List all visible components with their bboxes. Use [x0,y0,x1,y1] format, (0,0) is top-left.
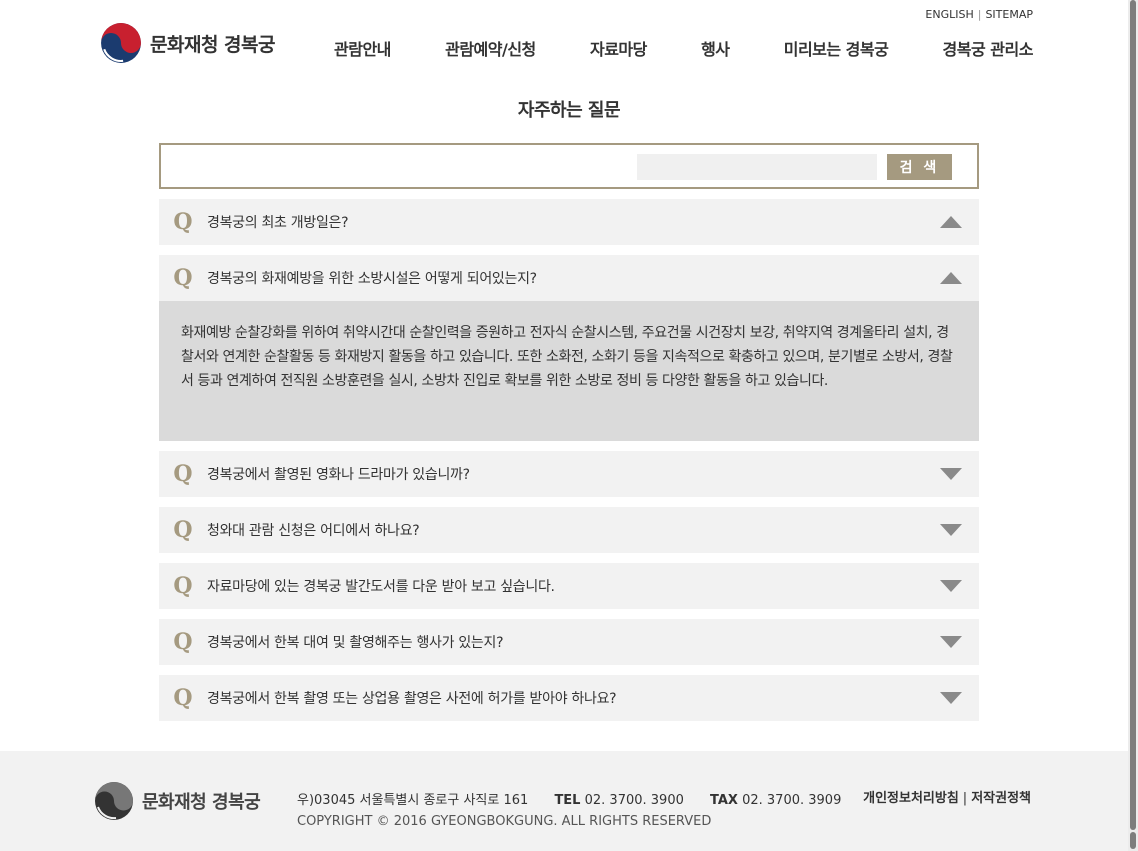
faq-item: Q 경복궁에서 한복 촬영 또는 상업용 촬영은 사전에 허가를 받아야 하나요… [159,675,979,721]
faq-question: 경복궁의 화재예방을 위한 소방시설은 어떻게 되어있는지? [207,271,537,287]
faq-question-row[interactable]: Q 경복궁에서 촬영된 영화나 드라마가 있습니까? [159,451,979,497]
q-icon: Q [173,265,193,291]
scrollbar[interactable] [1128,0,1138,851]
divider: | [962,791,968,806]
arrow-down-icon[interactable] [940,468,962,480]
arrow-up-icon[interactable] [940,272,962,284]
nav-item-visit-guide[interactable]: 관람안내 [334,36,391,60]
utility-links: ENGLISH | SITEMAP [925,8,1033,21]
nav-item-management[interactable]: 경복궁 관리소 [943,36,1034,60]
footer: 문화재청 경복궁 우)03045 서울특별시 종로구 사직로 161 TEL 0… [0,751,1128,851]
privacy-policy-link[interactable]: 개인정보처리방침 [863,791,959,806]
faq-question: 자료마당에 있는 경복궁 발간도서를 다운 받아 보고 싶습니다. [207,579,555,595]
faq-item: Q 경복궁에서 촬영된 영화나 드라마가 있습니까? [159,451,979,497]
q-icon: Q [173,209,193,235]
footer-links: 개인정보처리방침 | 저작권정책 [863,787,1031,806]
footer-fax: TAX 02. 3700. 3909 [710,793,841,808]
faq-item: Q 자료마당에 있는 경복궁 발간도서를 다운 받아 보고 싶습니다. [159,563,979,609]
search-bar: 검 색 [159,143,979,189]
tel-number: 02. 3700. 3900 [584,793,684,808]
scroll-thumb[interactable] [1130,0,1136,830]
footer-address: 우)03045 서울특별시 종로구 사직로 161 [297,793,529,808]
faq-item: Q 청와대 관람 신청은 어디에서 하나요? [159,507,979,553]
faq-answer: 화재예방 순찰강화를 위하여 취약시간대 순찰인력을 증원하고 전자식 순찰시스… [159,301,979,441]
arrow-down-icon[interactable] [940,692,962,704]
faq-item: Q 경복궁의 최초 개방일은? [159,199,979,245]
footer-logo[interactable]: 문화재청 경복궁 [94,781,261,821]
tel-label: TEL [554,793,581,808]
arrow-up-icon[interactable] [940,216,962,228]
sitemap-link[interactable]: SITEMAP [985,8,1033,21]
faq-question: 청와대 관람 신청은 어디에서 하나요? [207,523,420,539]
site-logo[interactable]: 문화재청 경복궁 [100,22,275,64]
arrow-down-icon[interactable] [940,636,962,648]
nav-item-resources[interactable]: 자료마당 [590,36,647,60]
faq-item: Q 경복궁에서 한복 대여 및 촬영해주는 행사가 있는지? [159,619,979,665]
footer-tel: TEL 02. 3700. 3900 [554,793,683,808]
footer-logo-text: 문화재청 경복궁 [142,792,261,813]
nav-item-preview[interactable]: 미리보는 경복궁 [784,36,889,60]
faq-question-row[interactable]: Q 청와대 관람 신청은 어디에서 하나요? [159,507,979,553]
faq-item: Q 경복궁의 화재예방을 위한 소방시설은 어떻게 되어있는지? 화재예방 순찰… [159,255,979,441]
q-icon: Q [173,517,193,543]
q-icon: Q [173,573,193,599]
faq-question: 경복궁의 최초 개방일은? [207,215,349,231]
page-title: 자주하는 질문 [517,100,621,121]
copyright-policy-link[interactable]: 저작권정책 [971,791,1031,806]
faq-question-row[interactable]: Q 경복궁에서 한복 대여 및 촬영해주는 행사가 있는지? [159,619,979,665]
taegeuk-logo-icon [95,782,133,820]
arrow-down-icon[interactable] [940,524,962,536]
copyright: COPYRIGHT © 2016 GYEONGBOKGUNG. ALL RIGH… [297,814,712,829]
faq-question-row[interactable]: Q 경복궁의 최초 개방일은? [159,199,979,245]
main-nav: 관람안내 관람예약/신청 자료마당 행사 미리보는 경복궁 경복궁 관리소 [334,36,1033,60]
logo-text: 문화재청 경복궁 [150,33,275,56]
search-input[interactable] [637,154,877,180]
q-icon: Q [173,629,193,655]
faq-question: 경복궁에서 한복 촬영 또는 상업용 촬영은 사전에 허가를 받아야 하나요? [207,691,617,707]
scroll-arrow[interactable] [1130,832,1136,849]
nav-item-reservation[interactable]: 관람예약/신청 [445,36,536,60]
faq-question-row[interactable]: Q 경복궁에서 한복 촬영 또는 상업용 촬영은 사전에 허가를 받아야 하나요… [159,675,979,721]
english-link[interactable]: ENGLISH [925,8,973,21]
footer-info: 우)03045 서울특별시 종로구 사직로 161 TEL 02. 3700. … [297,789,863,829]
fax-number: 02. 3700. 3909 [742,793,842,808]
q-icon: Q [173,461,193,487]
arrow-down-icon[interactable] [940,580,962,592]
divider: | [977,8,982,21]
faq-question: 경복궁에서 한복 대여 및 촬영해주는 행사가 있는지? [207,635,504,651]
nav-item-events[interactable]: 행사 [701,36,730,60]
q-icon: Q [173,685,193,711]
search-button[interactable]: 검 색 [887,154,952,180]
taegeuk-logo-icon [101,23,141,63]
fax-label: TAX [710,793,738,808]
faq-question-row[interactable]: Q 자료마당에 있는 경복궁 발간도서를 다운 받아 보고 싶습니다. [159,563,979,609]
faq-question: 경복궁에서 촬영된 영화나 드라마가 있습니까? [207,467,470,483]
faq-question-row[interactable]: Q 경복궁의 화재예방을 위한 소방시설은 어떻게 되어있는지? [159,255,979,301]
